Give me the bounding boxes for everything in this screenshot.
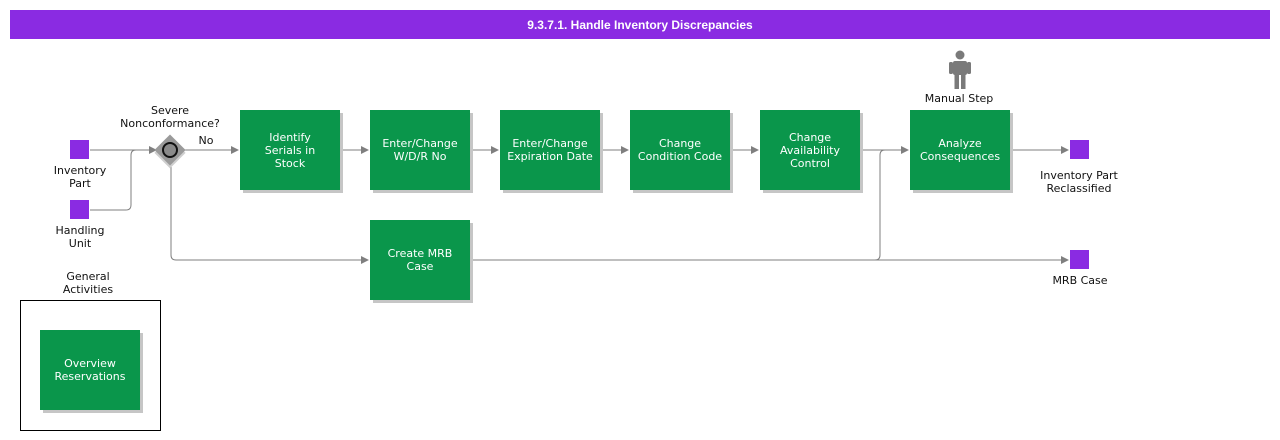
inventory-part-reclassified-label: Inventory Part Reclassified (1040, 169, 1118, 195)
manual-step-person-icon (949, 50, 971, 89)
flow-mrb-to-analyze (874, 149, 886, 261)
activity-analyze-consequences[interactable]: Analyze Consequences (910, 110, 1010, 190)
gateway-no-label: No (198, 134, 214, 147)
gateway-marker-icon (162, 142, 178, 158)
data-object-inventory-part-reclassified[interactable] (1070, 140, 1089, 159)
data-object-handling-unit[interactable] (70, 200, 89, 219)
connector-lines (90, 146, 1069, 264)
data-object-inventory-part[interactable] (70, 140, 89, 159)
data-object-mrb-case[interactable] (1070, 250, 1089, 269)
handling-unit-label: Handling Unit (55, 224, 105, 250)
activity-create-mrb-case[interactable]: Create MRB Case (370, 220, 470, 300)
activity-change-availability[interactable]: Change Availability Control (760, 110, 860, 190)
mrb-case-label: MRB Case (1052, 274, 1108, 287)
manual-step-label: Manual Step (924, 92, 994, 105)
activity-overview-reservations[interactable]: Overview Reservations (40, 330, 140, 410)
gateway-question-label: Severe Nonconformance? (120, 104, 220, 130)
inventory-part-label: Inventory Part (53, 164, 107, 190)
activity-enter-wdr[interactable]: Enter/Change W/D/R No (370, 110, 470, 190)
activity-change-condition[interactable]: Change Condition Code (630, 110, 730, 190)
general-activities-label: General Activities (62, 270, 114, 296)
activity-identify-serials[interactable]: Identify Serials in Stock (240, 110, 340, 190)
activity-enter-expiration[interactable]: Enter/Change Expiration Date (500, 110, 600, 190)
